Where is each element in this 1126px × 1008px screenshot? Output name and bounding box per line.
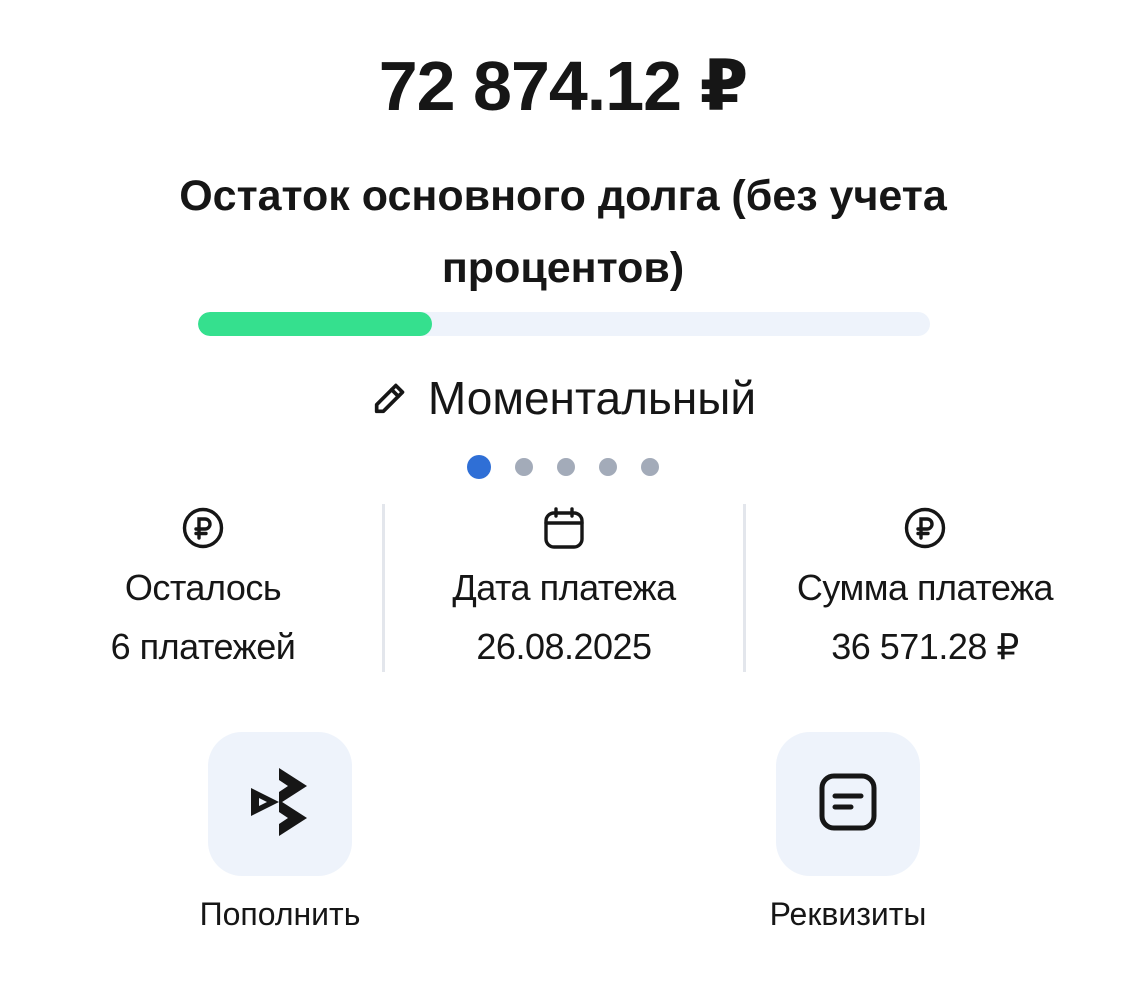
- product-name: Моментальный: [427, 372, 757, 424]
- action-label: Реквизиты: [769, 896, 927, 932]
- balance-amount: 72 874.12 ₽: [378, 47, 749, 125]
- repayment-progress-fill: [198, 312, 433, 336]
- pager-dot[interactable]: [557, 458, 575, 476]
- stat-value: 26.08.2025: [476, 626, 652, 667]
- pencil-icon[interactable]: [370, 378, 410, 418]
- repayment-progress-bar: [198, 312, 930, 336]
- top-up-icon: [249, 766, 311, 843]
- carousel-pager[interactable]: [0, 455, 1126, 479]
- ruble-icon: [181, 506, 225, 550]
- stat-payment-date: Дата платежа 26.08.2025: [385, 504, 743, 672]
- requisites-tile[interactable]: [776, 732, 920, 876]
- top-up-button[interactable]: Пополнить: [150, 732, 410, 934]
- pager-dot[interactable]: [515, 458, 533, 476]
- document-icon: [818, 772, 878, 837]
- action-label: Пополнить: [199, 896, 361, 932]
- stat-value: 36 571.28 ₽: [831, 626, 1019, 667]
- product-name-row[interactable]: Моментальный: [0, 366, 1126, 430]
- balance-caption: Остаток основного долга (без учета проце…: [179, 172, 947, 292]
- payment-summary: Осталось 6 платежей Дата платежа 26.08.2…: [24, 504, 1104, 672]
- pager-dot[interactable]: [467, 455, 491, 479]
- stat-payment-amount: Сумма платежа 36 571.28 ₽: [746, 504, 1104, 672]
- stat-label: Сумма платежа: [796, 567, 1054, 608]
- stat-remaining: Осталось 6 платежей: [24, 504, 382, 672]
- stat-value: 6 платежей: [110, 626, 296, 667]
- top-up-tile[interactable]: [208, 732, 352, 876]
- requisites-button[interactable]: Реквизиты: [718, 732, 978, 934]
- stat-label: Осталось: [124, 567, 282, 608]
- pager-dot[interactable]: [599, 458, 617, 476]
- loan-details-screen: 72 874.12 ₽ Остаток основного долга (без…: [0, 0, 1126, 1008]
- ruble-icon: [903, 506, 947, 550]
- quick-actions: Пополнить Реквизиты: [0, 732, 1126, 942]
- calendar-icon: [543, 506, 585, 550]
- pager-dot[interactable]: [641, 458, 659, 476]
- stat-label: Дата платежа: [452, 567, 676, 608]
